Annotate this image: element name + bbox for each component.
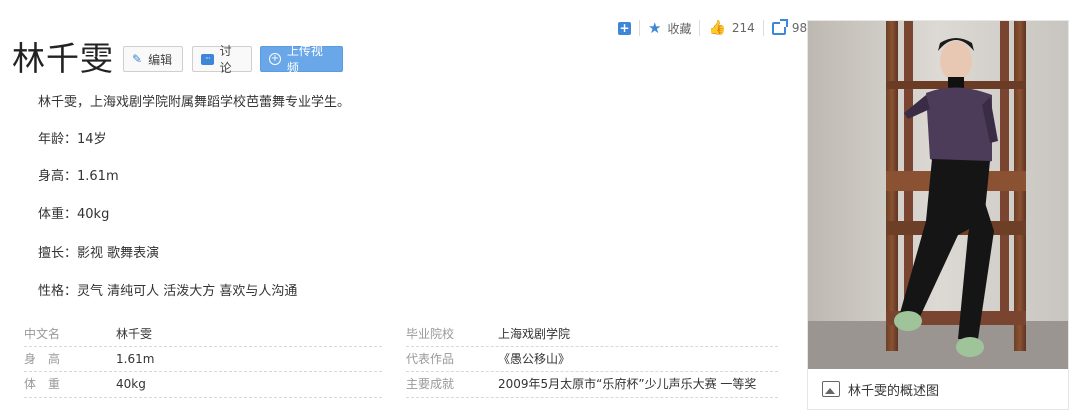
info-value: 2009年5月太原市“乐府杯”少儿声乐大赛 一等奖 (498, 377, 757, 391)
edit-button[interactable]: ✎ 编辑 (123, 46, 183, 72)
share-button[interactable]: 98 (771, 21, 808, 35)
info-label: 主要成就 (406, 377, 455, 391)
info-label: 毕业院校 (406, 327, 455, 341)
info-value: 《愚公移山》 (498, 352, 571, 366)
edit-label: 编辑 (148, 52, 173, 67)
info-label: 身 高 (24, 352, 61, 366)
upload-label: 上传视频 (286, 44, 323, 75)
share-icon (771, 21, 786, 35)
message-icon: ··· (201, 53, 214, 65)
divider (406, 397, 778, 398)
collect-button[interactable]: ★ 收藏 (648, 20, 691, 37)
plus-circle-icon: + (269, 53, 281, 65)
intro-height: 身高：1.61m (38, 169, 119, 184)
image-icon (822, 381, 840, 397)
upload-video-button[interactable]: + 上传视频 (260, 44, 343, 75)
divider (699, 20, 701, 36)
info-row-school: 毕业院校 上海戏剧学院 (400, 322, 790, 346)
info-label: 中文名 (24, 327, 61, 341)
share-count: 98 (791, 21, 808, 35)
intro-skills: 擅长：影视 歌舞表演 (38, 246, 160, 261)
info-value: 上海戏剧学院 (498, 327, 571, 341)
info-label: 体 重 (24, 377, 61, 391)
info-value: 1.61m (116, 352, 155, 366)
like-count: 214 (731, 21, 755, 35)
pencil-icon: ✎ (132, 52, 143, 66)
info-row-achievements: 主要成就 2009年5月太原市“乐府杯”少儿声乐大赛 一等奖 (400, 372, 790, 396)
divider (762, 20, 764, 36)
intro-age: 年龄：14岁 (38, 132, 107, 147)
info-label: 代表作品 (406, 352, 455, 366)
info-row-chinese-name: 中文名 林千雯 (0, 322, 400, 346)
info-row-weight: 体 重 40kg (0, 372, 400, 396)
intro-paragraph: 林千雯，上海戏剧学院附属舞蹈学校芭蕾舞专业学生。 (38, 95, 351, 110)
summary-photo[interactable] (808, 21, 1068, 369)
divider (24, 397, 382, 398)
divider (639, 20, 640, 36)
info-value: 40kg (116, 377, 146, 391)
intro-weight: 体重：40kg (38, 207, 110, 222)
thumbs-up-icon: 👍 (708, 20, 726, 36)
info-row-height: 身 高 1.61m (0, 347, 400, 371)
caption-text: 林千雯的概述图 (848, 383, 940, 399)
page-title: 林千雯 (12, 39, 114, 78)
discuss-button[interactable]: ··· 讨论 (192, 44, 252, 75)
info-value: 林千雯 (116, 327, 153, 341)
like-button[interactable]: 👍 214 (708, 21, 754, 35)
info-row-works: 代表作品 《愚公移山》 (400, 347, 790, 371)
intro-personality: 性格：灵气 清纯可人 活泼大方 喜欢与人沟通 (38, 284, 298, 299)
summary-image-caption[interactable]: 林千雯的概述图 (808, 369, 1068, 409)
add-icon[interactable]: + (618, 21, 631, 35)
star-icon: ★ (648, 18, 662, 37)
discuss-label: 讨论 (219, 44, 232, 75)
summary-photo-illustration (808, 21, 1068, 369)
collect-label: 收藏 (667, 21, 692, 36)
stats-bar: + ★ 收藏 👍 214 98 (618, 18, 807, 38)
summary-image-card[interactable]: 林千雯的概述图 (807, 20, 1069, 410)
